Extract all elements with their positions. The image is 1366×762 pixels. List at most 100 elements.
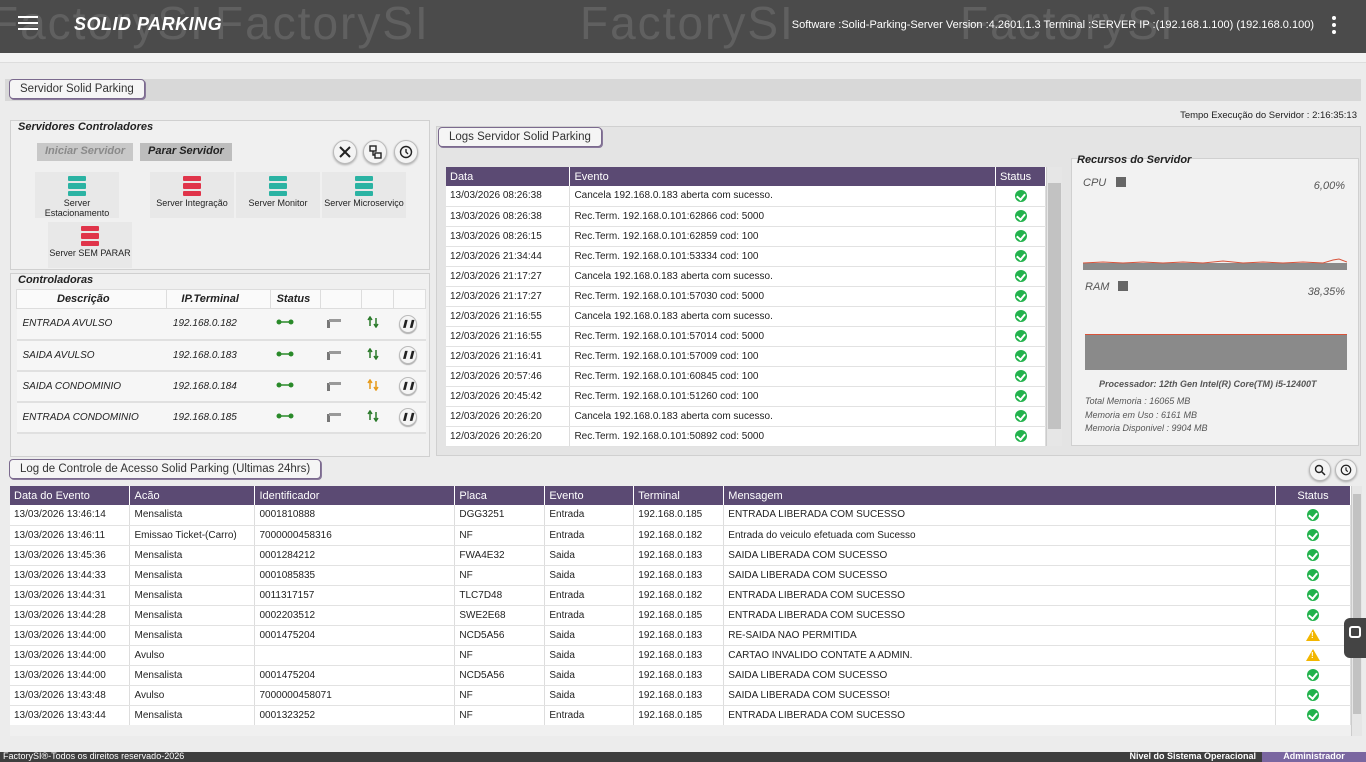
pause-button[interactable]: ❚❚ (393, 339, 426, 372)
evento: Saida (544, 625, 635, 646)
acesso-scrollbar[interactable] (1351, 486, 1362, 736)
nivel-label: Nivel do Sistema Operacional (1129, 752, 1256, 761)
log-row[interactable]: 12/03/2026 21:16:55 Cancela 192.168.0.183… (446, 306, 1046, 327)
status-ok-icon (1275, 685, 1351, 706)
log-row[interactable]: 13/03/2026 08:26:15 Rec.Term. 192.168.0.1… (446, 226, 1046, 247)
memory-available: Memoria Disponivel : 9904 MB (1085, 423, 1208, 433)
log-row[interactable]: 13/03/2026 08:26:38 Rec.Term. 192.168.0.1… (446, 206, 1046, 227)
logs-scrollbar[interactable] (1046, 167, 1062, 446)
terminal: 192.168.0.185 (633, 705, 725, 726)
controladora-ip: 192.168.0.182 (166, 308, 271, 341)
status-ok-icon (995, 386, 1046, 407)
logs-tab[interactable]: Logs Servidor Solid Parking (438, 127, 602, 147)
event-date: 13/03/2026 13:44:00 (10, 645, 131, 666)
acesso-row[interactable]: 13/03/2026 13:45:36 Mensalista 0001284212 F… (10, 545, 1351, 566)
history-button[interactable] (1335, 459, 1357, 481)
col-evento: Evento (544, 486, 635, 505)
placa: NF (454, 685, 546, 706)
transfer-icon[interactable] (361, 339, 394, 372)
acao: Mensalista (129, 585, 256, 606)
log-row[interactable]: 12/03/2026 20:45:42 Rec.Term. 192.168.0.1… (446, 386, 1046, 407)
server-monitor[interactable]: Server Monitor (236, 172, 320, 218)
pause-button[interactable]: ❚❚ (393, 370, 426, 403)
page-tab[interactable]: Servidor Solid Parking (9, 79, 145, 99)
ram-label: RAM (1085, 281, 1110, 293)
server-microservico[interactable]: Server Microserviço (322, 172, 406, 218)
parar-servidor-button[interactable]: Parar Servidor (140, 143, 232, 161)
acesso-row[interactable]: 13/03/2026 13:46:14 Mensalista 0001810888 D… (10, 505, 1351, 526)
acesso-row[interactable]: 13/03/2026 13:43:44 Mensalista 0001323252 N… (10, 705, 1351, 726)
log-row[interactable]: 12/03/2026 20:57:46 Rec.Term. 192.168.0.1… (446, 366, 1046, 387)
pause-button[interactable]: ❚❚ (393, 401, 426, 434)
placa: TLC7D48 (454, 585, 546, 606)
gate-icon[interactable] (320, 339, 361, 372)
server-integracao[interactable]: Server Integração (150, 172, 234, 218)
server-icon (183, 176, 201, 196)
log-row[interactable]: 12/03/2026 21:16:41 Rec.Term. 192.168.0.1… (446, 346, 1046, 367)
iniciar-servidor-button[interactable]: Iniciar Servidor (37, 143, 134, 161)
pause-button[interactable]: ❚❚ (393, 308, 426, 341)
status-warning-icon (1275, 625, 1351, 646)
col-placa: Placa (454, 486, 546, 505)
more-options-icon[interactable] (1332, 16, 1338, 36)
controladora-desc: SAIDA AVULSO (16, 339, 167, 372)
identificador: 0001475204 (254, 625, 456, 646)
server-label: Server Monitor (248, 198, 308, 208)
log-row[interactable]: 12/03/2026 21:17:27 Rec.Term. 192.168.0.1… (446, 286, 1046, 307)
network-button[interactable] (363, 140, 387, 164)
server-estacionamento[interactable]: Server Estacionamento (35, 172, 119, 218)
gate-icon[interactable] (320, 370, 361, 403)
acesso-row[interactable]: 13/03/2026 13:44:00 Mensalista 0001475204 N… (10, 625, 1351, 646)
user-role[interactable]: Administrador (1262, 752, 1366, 762)
server-icon (68, 176, 86, 196)
tools-button[interactable] (333, 140, 357, 164)
acesso-row[interactable]: 13/03/2026 13:44:00 Mensalista 0001475204 N… (10, 665, 1351, 686)
identificador: 7000000458071 (254, 685, 456, 706)
top-strip (0, 53, 1366, 63)
event-date: 13/03/2026 13:44:33 (10, 565, 131, 586)
event-date: 13/03/2026 13:45:36 (10, 545, 131, 566)
acesso-row[interactable]: 13/03/2026 13:44:00 Avulso NF Saida 192.168.… (10, 645, 1351, 666)
memory-used: Memoria em Uso : 6161 MB (1085, 410, 1198, 420)
gate-icon[interactable] (320, 401, 361, 434)
placa: NF (454, 645, 546, 666)
acesso-row[interactable]: 13/03/2026 13:46:11 Emissao Ticket-(Carro… (10, 525, 1351, 546)
link-icon (270, 370, 321, 403)
acesso-row[interactable]: 13/03/2026 13:44:33 Mensalista 0001085835 N… (10, 565, 1351, 586)
terminal: 192.168.0.183 (633, 625, 725, 646)
acesso-tab[interactable]: Log de Controle de Acesso Solid Parking … (9, 459, 322, 479)
footer: FactorySI®-Todos os direitos reservado-2… (0, 752, 1366, 762)
acesso-row[interactable]: 13/03/2026 13:44:28 Mensalista 0002203512 S… (10, 605, 1351, 626)
log-row[interactable]: 12/03/2026 20:26:20 Cancela 192.168.0.183… (446, 406, 1046, 427)
log-row[interactable]: 12/03/2026 20:26:20 Rec.Term. 192.168.0.1… (446, 426, 1046, 447)
col-data-evento: Data do Evento (10, 486, 131, 505)
evento: Saida (544, 645, 635, 666)
side-panel-toggle[interactable] (1344, 618, 1366, 658)
gate-icon[interactable] (320, 308, 361, 341)
log-row[interactable]: 12/03/2026 21:16:55 Rec.Term. 192.168.0.1… (446, 326, 1046, 347)
history-icon (1340, 464, 1352, 476)
acesso-row[interactable]: 13/03/2026 13:43:48 Avulso 7000000458071 NF… (10, 685, 1351, 706)
event-date: 13/03/2026 13:44:28 (10, 605, 131, 626)
log-date: 13/03/2026 08:26:15 (446, 226, 571, 247)
history-button[interactable] (394, 140, 418, 164)
transfer-icon[interactable] (361, 308, 394, 341)
acao: Emissao Ticket-(Carro) (129, 525, 256, 546)
event-date: 13/03/2026 13:43:44 (10, 705, 131, 726)
server-label: Server SEM PARAR (49, 248, 131, 258)
controladora-row: ENTRADA CONDOMINIO 192.168.0.185 ❚❚ (16, 401, 426, 434)
transfer-icon[interactable] (361, 370, 394, 403)
log-row[interactable]: 13/03/2026 08:26:38 Cancela 192.168.0.183… (446, 186, 1046, 207)
processor-info: Processador: 12th Gen Intel(R) Core(TM) … (1099, 379, 1317, 389)
server-sem-parar[interactable]: Server SEM PARAR (48, 222, 132, 268)
menu-icon[interactable] (18, 16, 38, 32)
controladora-row: SAIDA AVULSO 192.168.0.183 ❚❚ (16, 339, 426, 372)
transfer-icon[interactable] (361, 401, 394, 434)
evento: Entrada (544, 525, 635, 546)
log-row[interactable]: 12/03/2026 21:17:27 Cancela 192.168.0.183… (446, 266, 1046, 287)
log-row[interactable]: 12/03/2026 21:34:44 Rec.Term. 192.168.0.1… (446, 246, 1046, 267)
acesso-row[interactable]: 13/03/2026 13:44:31 Mensalista 0011317157 T… (10, 585, 1351, 606)
controladora-ip: 192.168.0.183 (166, 339, 271, 372)
search-button[interactable] (1309, 459, 1331, 481)
identificador: 7000000458316 (254, 525, 456, 546)
